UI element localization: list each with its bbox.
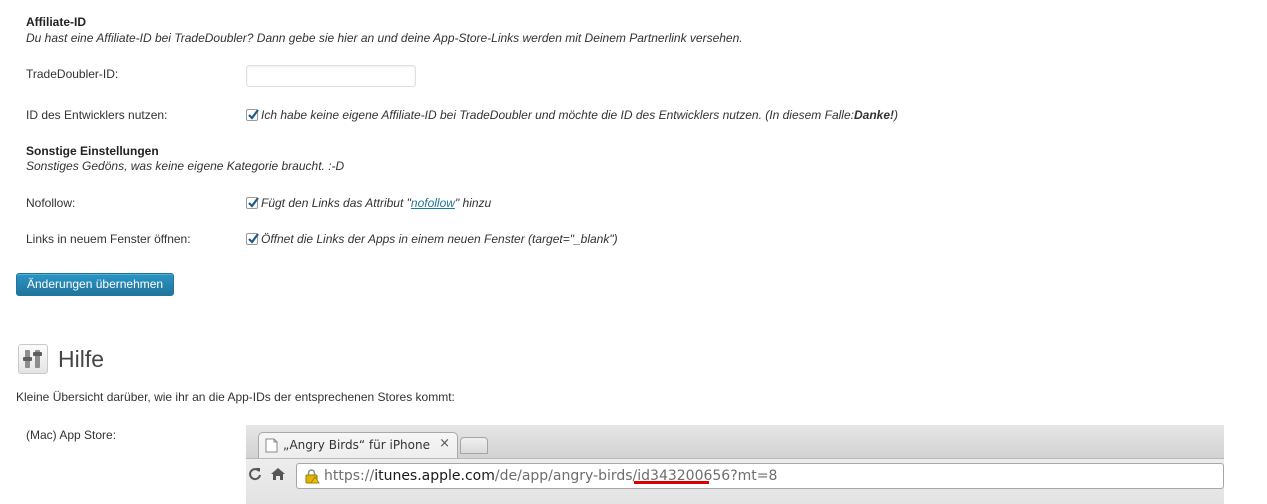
tradedoubler-id-input[interactable] [246, 65, 416, 87]
developer-id-suffix: ) [894, 108, 898, 122]
url-text: https://itunes.apple.com/de/app/angry-bi… [324, 468, 777, 484]
checkbox-checked-icon [248, 197, 259, 208]
developer-id-text: Ich habe keine eigene Affiliate-ID bei T… [261, 108, 854, 122]
nofollow-option: Fügt den Links das Attribut " nofollow " h… [246, 196, 491, 210]
app-id-highlight-underline [634, 481, 709, 484]
nofollow-label: Nofollow: [26, 196, 76, 210]
nofollow-link[interactable]: nofollow [411, 196, 455, 210]
favicon-icon [265, 438, 278, 453]
browser-tab-title: „Angry Birds“ für iPhone 3GS [283, 438, 433, 452]
browser-tabbar: „Angry Birds“ für iPhone 3GS × [246, 425, 1224, 458]
home-icon[interactable] [270, 467, 286, 481]
lock-warning-icon [305, 469, 320, 484]
browser-screenshot: „Angry Birds“ für iPhone 3GS × https://i… [246, 425, 1224, 504]
browser-tab[interactable]: „Angry Birds“ für iPhone 3GS × [258, 432, 458, 458]
checkbox-checked-icon [248, 109, 259, 120]
help-heading: Hilfe [58, 346, 105, 372]
developer-id-option: Ich habe keine eigene Affiliate-ID bei T… [246, 108, 898, 122]
browser-toolbar: https://itunes.apple.com/de/app/angry-bi… [246, 458, 1224, 504]
nofollow-text-prefix: Fügt den Links das Attribut " [261, 196, 411, 210]
help-intro: Kleine Übersicht darüber, wie ihr an die… [16, 390, 455, 404]
nofollow-checkbox[interactable] [246, 197, 259, 209]
new-tab-button[interactable] [460, 437, 488, 454]
nofollow-text-suffix: " hinzu [454, 196, 492, 210]
other-settings-title: Sonstige Einstellungen [26, 144, 159, 158]
url-scheme: https:// [324, 468, 375, 484]
affiliate-section-title: Affiliate-ID [26, 15, 86, 29]
url-host: itunes.apple.com [374, 468, 495, 484]
developer-id-label: ID des Entwicklers nutzen: [26, 108, 168, 122]
new-window-checkbox[interactable] [246, 233, 259, 245]
new-window-text: Öffnet die Links der Apps in einem neuen… [261, 232, 618, 246]
address-bar[interactable]: https://itunes.apple.com/de/app/angry-bi… [296, 463, 1224, 489]
tools-icon [18, 344, 48, 374]
save-changes-button[interactable]: Änderungen übernehmen [16, 273, 175, 296]
affiliate-section-description: Du hast eine Affiliate-ID bei TradeDoubl… [26, 31, 743, 45]
new-window-option: Öffnet die Links der Apps in einem neuen… [246, 232, 618, 246]
tradedoubler-id-label: TradeDoubler-ID: [26, 67, 119, 81]
new-window-label: Links in neuem Fenster öffnen: [26, 232, 191, 246]
checkbox-checked-icon [248, 233, 259, 244]
app-store-label: (Mac) App Store: [26, 428, 117, 442]
close-tab-icon[interactable]: × [439, 436, 450, 451]
developer-id-thanks: Danke! [853, 108, 894, 122]
other-settings-description: Sonstiges Gedöns, was keine eigene Kateg… [26, 159, 345, 173]
reload-icon[interactable] [248, 467, 262, 481]
developer-id-checkbox[interactable] [246, 109, 259, 121]
